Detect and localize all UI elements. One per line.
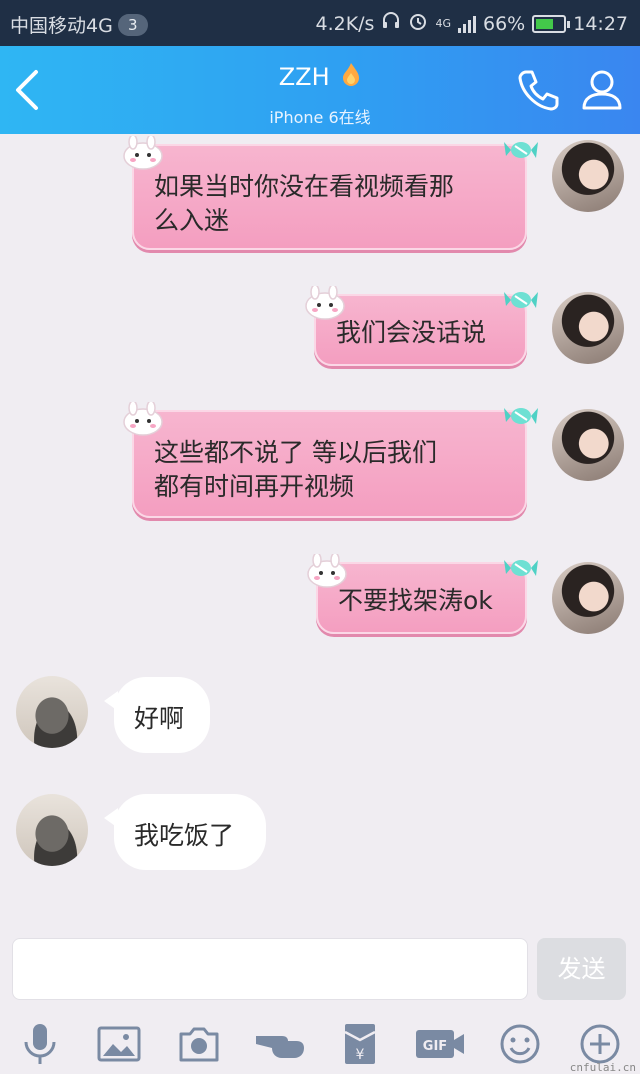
network-speed: 4.2K/s — [315, 12, 375, 35]
contact-avatar[interactable] — [16, 676, 88, 748]
carrier-label: 中国移动4G — [10, 15, 113, 37]
headset-icon — [381, 11, 401, 36]
my-avatar[interactable] — [552, 562, 624, 634]
incoming-message[interactable]: 好啊 — [104, 677, 210, 753]
outgoing-message[interactable]: 我们会没话说 — [305, 284, 538, 366]
microphone-icon — [24, 1024, 56, 1064]
outgoing-message[interactable]: 如果当时你没在看视频看那 么入迷 — [123, 134, 538, 250]
battery-percent: 66% — [483, 12, 526, 35]
emoji-button[interactable] — [496, 1020, 544, 1068]
my-avatar[interactable] — [552, 409, 624, 481]
status-bar: 中国移动4G 3 4.2K/s 4G 66% 14:27 — [0, 0, 640, 46]
bubble-tail — [104, 808, 118, 828]
camera-icon — [179, 1027, 219, 1062]
image-icon — [97, 1026, 141, 1062]
message-input[interactable] — [12, 938, 528, 1000]
my-avatar[interactable] — [552, 140, 624, 212]
message-text: 我吃饭了 — [134, 821, 235, 850]
clock: 14:27 — [573, 12, 628, 35]
phone-icon — [518, 70, 559, 111]
chat-header: ZZH iPhone 6在线 — [0, 46, 640, 134]
person-icon — [582, 70, 622, 110]
gif-button[interactable]: GIF — [414, 1020, 466, 1068]
svg-text:GIF: GIF — [423, 1039, 447, 1054]
status-left: 中国移动4G 3 — [10, 11, 148, 38]
contact-avatar[interactable] — [16, 794, 88, 866]
watermark: cnfulai.cn — [569, 1061, 636, 1074]
battery-icon — [532, 14, 571, 33]
my-avatar[interactable] — [552, 292, 624, 364]
red-packet-icon: ¥ — [344, 1024, 376, 1064]
poke-button[interactable] — [254, 1020, 308, 1068]
call-button[interactable] — [512, 64, 564, 116]
network-type: 4G — [435, 17, 451, 30]
red-packet-button[interactable]: ¥ — [336, 1020, 384, 1068]
outgoing-message[interactable]: 这些都不说了 等以后我们 都有时间再开视频 — [123, 400, 538, 518]
status-right: 4.2K/s 4G 66% 14:27 — [315, 11, 628, 36]
message-list[interactable]: 如果当时你没在看视频看那 么入迷 我们会没话说 这些都不说了 等以后我们 都有时间再… — [0, 134, 640, 934]
gif-icon: GIF — [416, 1030, 464, 1058]
photo-button[interactable] — [95, 1020, 143, 1068]
input-toolbar: ¥ GIF cnfulai.cn — [0, 1010, 640, 1074]
svg-text:¥: ¥ — [356, 1047, 365, 1063]
poke-hand-icon — [256, 1036, 304, 1058]
notification-badge: 3 — [117, 13, 148, 36]
profile-button[interactable] — [576, 64, 628, 116]
alarm-icon — [408, 11, 428, 36]
emoji-icon — [500, 1024, 540, 1064]
candy-sticker-icon — [503, 402, 539, 439]
bubble-tail — [104, 691, 118, 711]
message-text: 这些都不说了 等以后我们 都有时间再开视频 — [154, 438, 437, 501]
outgoing-message[interactable]: 不要找架涛ok — [307, 552, 538, 634]
incoming-message[interactable]: 我吃饭了 — [104, 794, 266, 870]
signal-icon — [458, 15, 476, 33]
send-button[interactable]: 发送 — [537, 938, 626, 1000]
contact-name-text: ZZH — [278, 63, 330, 91]
composer: 发送 — [0, 934, 640, 1010]
camera-button[interactable] — [175, 1020, 223, 1068]
message-text: 不要找架涛ok — [338, 586, 493, 615]
message-text: 我们会没话说 — [336, 318, 487, 347]
candy-sticker-icon — [503, 136, 539, 173]
message-text: 如果当时你没在看视频看那 么入迷 — [154, 172, 455, 235]
voice-button[interactable] — [16, 1020, 64, 1068]
message-text: 好啊 — [134, 704, 185, 733]
flame-icon — [341, 62, 361, 94]
